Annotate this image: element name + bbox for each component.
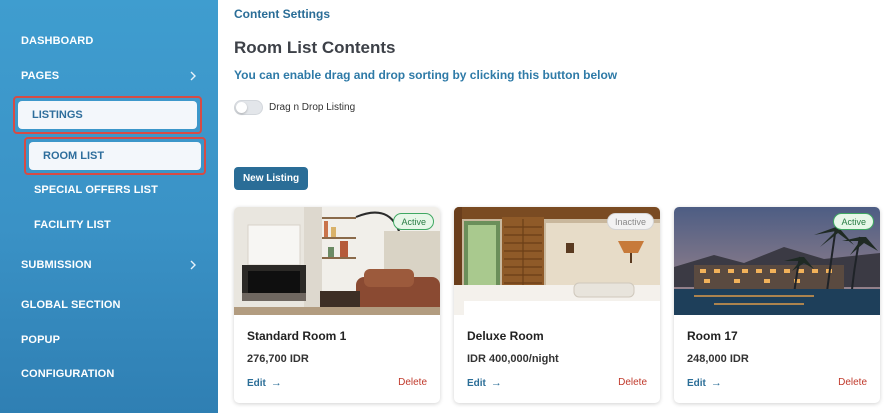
edit-link[interactable]: Edit → [687, 377, 722, 389]
drag-drop-hint: You can enable drag and drop sorting by … [234, 68, 618, 82]
sidebar-item-label: ROOM LIST [43, 150, 105, 162]
sidebar-item-global-section[interactable]: GLOBAL SECTION [21, 295, 200, 315]
card-price: IDR 400,000/night [467, 353, 559, 365]
toggle-knob [236, 102, 247, 113]
edit-label: Edit [247, 377, 266, 389]
chevron-right-icon [186, 69, 200, 83]
arrow-right-icon: → [710, 377, 722, 389]
breadcrumb[interactable]: Content Settings [234, 7, 330, 21]
arrow-right-icon: → [490, 377, 502, 389]
room-image: Active [234, 207, 440, 315]
drag-drop-toggle[interactable] [234, 100, 263, 115]
main-content: Content Settings Room List Contents You … [218, 0, 888, 413]
sidebar-item-label: POPUP [21, 334, 61, 346]
card-price: 248,000 IDR [687, 353, 749, 365]
room-image: Inactive [454, 207, 660, 315]
sidebar-item-pages[interactable]: PAGES [21, 66, 200, 86]
sidebar-item-label: DASHBOARD [21, 35, 94, 47]
sidebar-item-configuration[interactable]: CONFIGURATION [21, 364, 200, 384]
sidebar-item-label: SUBMISSION [21, 259, 92, 271]
sidebar-item-label: CONFIGURATION [21, 368, 115, 380]
edit-label: Edit [467, 377, 486, 389]
delete-link[interactable]: Delete [618, 377, 647, 388]
delete-link[interactable]: Delete [838, 377, 867, 388]
edit-label: Edit [687, 377, 706, 389]
status-badge: Active [833, 213, 874, 230]
arrow-right-icon: → [270, 377, 282, 389]
card-price: 276,700 IDR [247, 353, 309, 365]
listing-card[interactable]: Active Room 17 248,000 IDR Edit → Delete [674, 207, 880, 403]
status-badge: Inactive [606, 213, 654, 230]
listing-card[interactable]: Inactive Deluxe Room IDR 400,000/night E… [454, 207, 660, 403]
sidebar-item-facility-list[interactable]: FACILITY LIST [34, 215, 200, 235]
new-listing-button[interactable]: New Listing [234, 167, 308, 190]
card-title: Deluxe Room [467, 329, 544, 343]
card-title: Standard Room 1 [247, 329, 347, 343]
sidebar-item-label: PAGES [21, 70, 60, 82]
edit-link[interactable]: Edit → [247, 377, 282, 389]
delete-link[interactable]: Delete [398, 377, 427, 388]
sidebar-item-listings[interactable]: LISTINGS [13, 96, 202, 134]
edit-link[interactable]: Edit → [467, 377, 502, 389]
toggle-label: Drag n Drop Listing [269, 102, 356, 113]
chevron-right-icon [186, 258, 200, 272]
status-badge: Active [393, 213, 434, 230]
drag-drop-toggle-row: Drag n Drop Listing [234, 100, 355, 115]
sidebar: DASHBOARD PAGES LISTINGS ROOM LIST SPECI… [0, 0, 218, 413]
sidebar-item-label: SPECIAL OFFERS LIST [34, 184, 158, 196]
page-title: Room List Contents [234, 38, 396, 57]
listing-card[interactable]: Active Standard Room 1 276,700 IDR Edit … [234, 207, 440, 403]
sidebar-item-popup[interactable]: POPUP [21, 330, 200, 350]
sidebar-item-label: FACILITY LIST [34, 219, 111, 231]
sidebar-item-room-list[interactable]: ROOM LIST [24, 137, 206, 175]
sidebar-item-label: LISTINGS [32, 109, 83, 121]
sidebar-item-special-offers-list[interactable]: SPECIAL OFFERS LIST [34, 180, 200, 200]
card-title: Room 17 [687, 329, 738, 343]
sidebar-item-submission[interactable]: SUBMISSION [21, 255, 200, 275]
sidebar-item-dashboard[interactable]: DASHBOARD [21, 31, 200, 51]
sidebar-item-label: GLOBAL SECTION [21, 299, 121, 311]
room-image: Active [674, 207, 880, 315]
